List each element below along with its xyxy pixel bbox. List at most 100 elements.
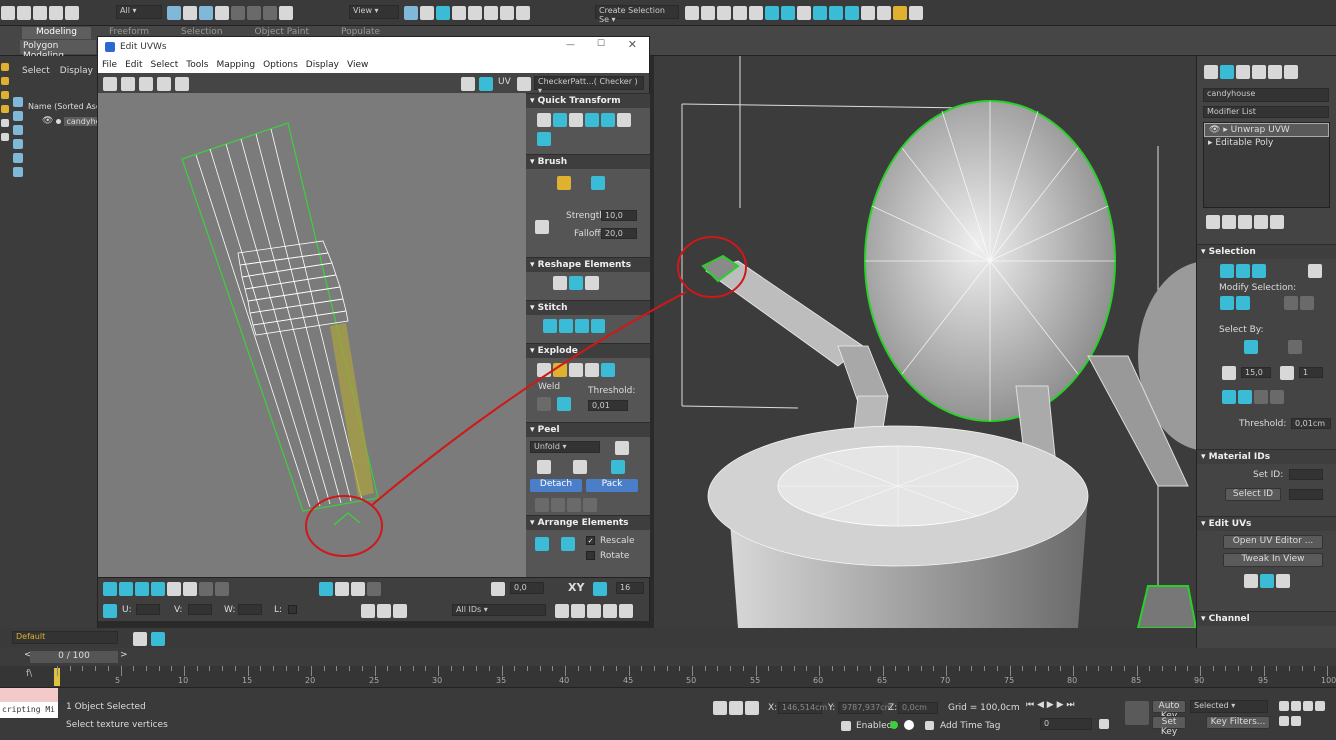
rollout-stitch[interactable]: ▾ Stitch bbox=[526, 300, 650, 315]
space-vertical-icon[interactable] bbox=[617, 113, 631, 127]
rollout-material-ids[interactable]: ▾ Material IDs bbox=[1197, 449, 1336, 464]
relax-brush-icon[interactable] bbox=[591, 176, 605, 190]
face-mode-icon[interactable] bbox=[135, 582, 149, 596]
vertex-mode-icon[interactable] bbox=[103, 582, 117, 596]
scene-object-row[interactable]: 👁 candyho bbox=[42, 116, 103, 126]
edge-mode-icon[interactable] bbox=[119, 582, 133, 596]
scale-icon[interactable] bbox=[263, 6, 277, 20]
rotation-spinner[interactable]: 0,0 bbox=[510, 582, 544, 594]
rollout-explode[interactable]: ▾ Explode bbox=[526, 343, 650, 358]
move-icon[interactable] bbox=[231, 6, 245, 20]
set-key-big-icon[interactable] bbox=[1125, 701, 1149, 725]
display-icon[interactable] bbox=[1, 119, 9, 127]
redo-icon[interactable] bbox=[17, 6, 31, 20]
quick-planar-icon[interactable] bbox=[1244, 574, 1258, 588]
stitch-source-icon[interactable] bbox=[559, 319, 573, 333]
select-y-icon[interactable] bbox=[1254, 390, 1268, 404]
freeze-icon[interactable] bbox=[393, 604, 407, 618]
display-tab-icon[interactable] bbox=[1268, 65, 1282, 79]
scene-column-header[interactable]: Name (Sorted Ascen bbox=[28, 102, 98, 114]
scene-explorer-icon[interactable] bbox=[717, 6, 731, 20]
shrink-icon[interactable] bbox=[1236, 296, 1250, 310]
menu-tools[interactable]: Tools bbox=[186, 60, 208, 70]
flatten-icon[interactable] bbox=[569, 363, 583, 377]
pan-nav-icon[interactable] bbox=[1303, 701, 1313, 711]
falloff-spinner[interactable]: 20,0 bbox=[601, 228, 637, 239]
go-to-end-icon[interactable]: ⏭ bbox=[1066, 700, 1074, 710]
key-mode-dropdown[interactable]: Selected ▾ bbox=[1190, 700, 1268, 713]
undo-redo-link-icons[interactable] bbox=[0, 5, 110, 21]
edge-subobj-icon[interactable] bbox=[1236, 264, 1250, 278]
play-icon[interactable]: ▶ bbox=[1047, 700, 1054, 710]
break-icon[interactable] bbox=[537, 363, 551, 377]
reference-coord-dropdown[interactable]: View ▾ bbox=[349, 5, 399, 19]
add-time-tag-label[interactable]: Add Time Tag bbox=[940, 721, 1000, 731]
utilities-tab-icon[interactable] bbox=[1284, 65, 1298, 79]
shrink-brush-icon[interactable] bbox=[351, 582, 365, 596]
space-horizontal-icon[interactable] bbox=[601, 113, 615, 127]
filter-geometry-icon[interactable] bbox=[13, 97, 23, 107]
next-frame-icon[interactable]: > bbox=[120, 650, 128, 660]
selection-filter-dropdown[interactable]: All ▾ bbox=[116, 5, 162, 19]
pack-normalize-icon[interactable] bbox=[535, 537, 549, 551]
menu-file[interactable]: File bbox=[102, 60, 117, 70]
enlarge-brush-icon[interactable] bbox=[335, 582, 349, 596]
grow-selection-icon[interactable] bbox=[167, 582, 181, 596]
link-icon[interactable] bbox=[33, 6, 47, 20]
filter-shapes-icon[interactable] bbox=[13, 111, 23, 121]
rollout-selection[interactable]: ▾ Selection bbox=[1197, 244, 1336, 259]
menu-mapping[interactable]: Mapping bbox=[216, 60, 255, 70]
stitch-average-icon[interactable] bbox=[575, 319, 589, 333]
a360-icon[interactable] bbox=[893, 6, 907, 20]
select-by-element-icon[interactable] bbox=[1244, 340, 1258, 354]
vertex-subobj-icon[interactable] bbox=[1220, 264, 1234, 278]
modify-icon[interactable] bbox=[1, 77, 9, 85]
rollout-brush[interactable]: ▾ Brush bbox=[526, 154, 650, 169]
unlink-icon[interactable] bbox=[49, 6, 63, 20]
uv-move-icon[interactable] bbox=[103, 77, 117, 91]
object-name-field[interactable]: candyhouse bbox=[1203, 88, 1329, 102]
uv-editor-canvas[interactable] bbox=[98, 93, 526, 577]
region-select-icon[interactable] bbox=[199, 6, 213, 20]
hierarchy-icon[interactable] bbox=[1, 91, 9, 99]
weld-selected-icon[interactable] bbox=[537, 397, 551, 411]
align-to-edge-icon[interactable] bbox=[537, 113, 551, 127]
ribbon-sub-label[interactable]: Polygon Modeling bbox=[20, 40, 96, 61]
loop-icon[interactable] bbox=[199, 582, 213, 596]
rescale-checkbox[interactable]: ✓ bbox=[586, 536, 595, 545]
motion-icon[interactable] bbox=[1, 105, 9, 113]
brush-stroke-icon[interactable] bbox=[535, 220, 549, 234]
maximize-viewport-icon[interactable] bbox=[1291, 716, 1301, 726]
add-time-tag-icon[interactable] bbox=[925, 721, 934, 730]
smoothing-spinner[interactable]: 1 bbox=[1299, 367, 1323, 378]
x-coord-field[interactable]: 146,514cm bbox=[778, 702, 827, 714]
explode-by-material-icon[interactable] bbox=[601, 363, 615, 377]
key-filters-button[interactable]: Key Filters... bbox=[1206, 716, 1270, 729]
layer-dropdown[interactable]: Default bbox=[12, 631, 118, 644]
set-id-spinner[interactable] bbox=[1289, 469, 1323, 480]
schematic-view-icon[interactable] bbox=[781, 6, 795, 20]
weld-threshold-spinner[interactable]: 0,01 bbox=[588, 400, 628, 411]
peel-mode-icon[interactable] bbox=[573, 460, 587, 474]
undo-icon[interactable] bbox=[1, 6, 15, 20]
select-element-icon[interactable] bbox=[1308, 264, 1322, 278]
rollout-peel[interactable]: ▾ Peel bbox=[526, 422, 650, 437]
paint-move-icon[interactable] bbox=[557, 176, 571, 190]
grow-icon[interactable] bbox=[1220, 296, 1234, 310]
unfold-dropdown[interactable]: Unfold ▾ bbox=[530, 441, 600, 453]
absolute-mode-icon[interactable] bbox=[103, 604, 117, 618]
menu-view[interactable]: View bbox=[347, 60, 368, 70]
select-pins-icon[interactable] bbox=[583, 498, 597, 512]
motion-tab-icon[interactable] bbox=[1252, 65, 1266, 79]
cmd-threshold-spinner[interactable]: 0,01cm bbox=[1291, 418, 1331, 429]
select-object-icon[interactable] bbox=[167, 6, 181, 20]
toggle-ribbon-icon[interactable] bbox=[749, 6, 763, 20]
rollout-channel[interactable]: ▾ Channel bbox=[1197, 611, 1336, 626]
snap-icon[interactable] bbox=[619, 604, 633, 618]
pan-icon[interactable] bbox=[555, 604, 569, 618]
angle-spinner[interactable]: 15,0 bbox=[1241, 367, 1271, 378]
modify-tab-icon[interactable] bbox=[1220, 65, 1234, 79]
menu-edit[interactable]: Edit bbox=[125, 60, 142, 70]
layer-manager-icon[interactable] bbox=[151, 632, 165, 646]
go-to-start-icon[interactable]: ⏮ bbox=[1026, 700, 1034, 710]
